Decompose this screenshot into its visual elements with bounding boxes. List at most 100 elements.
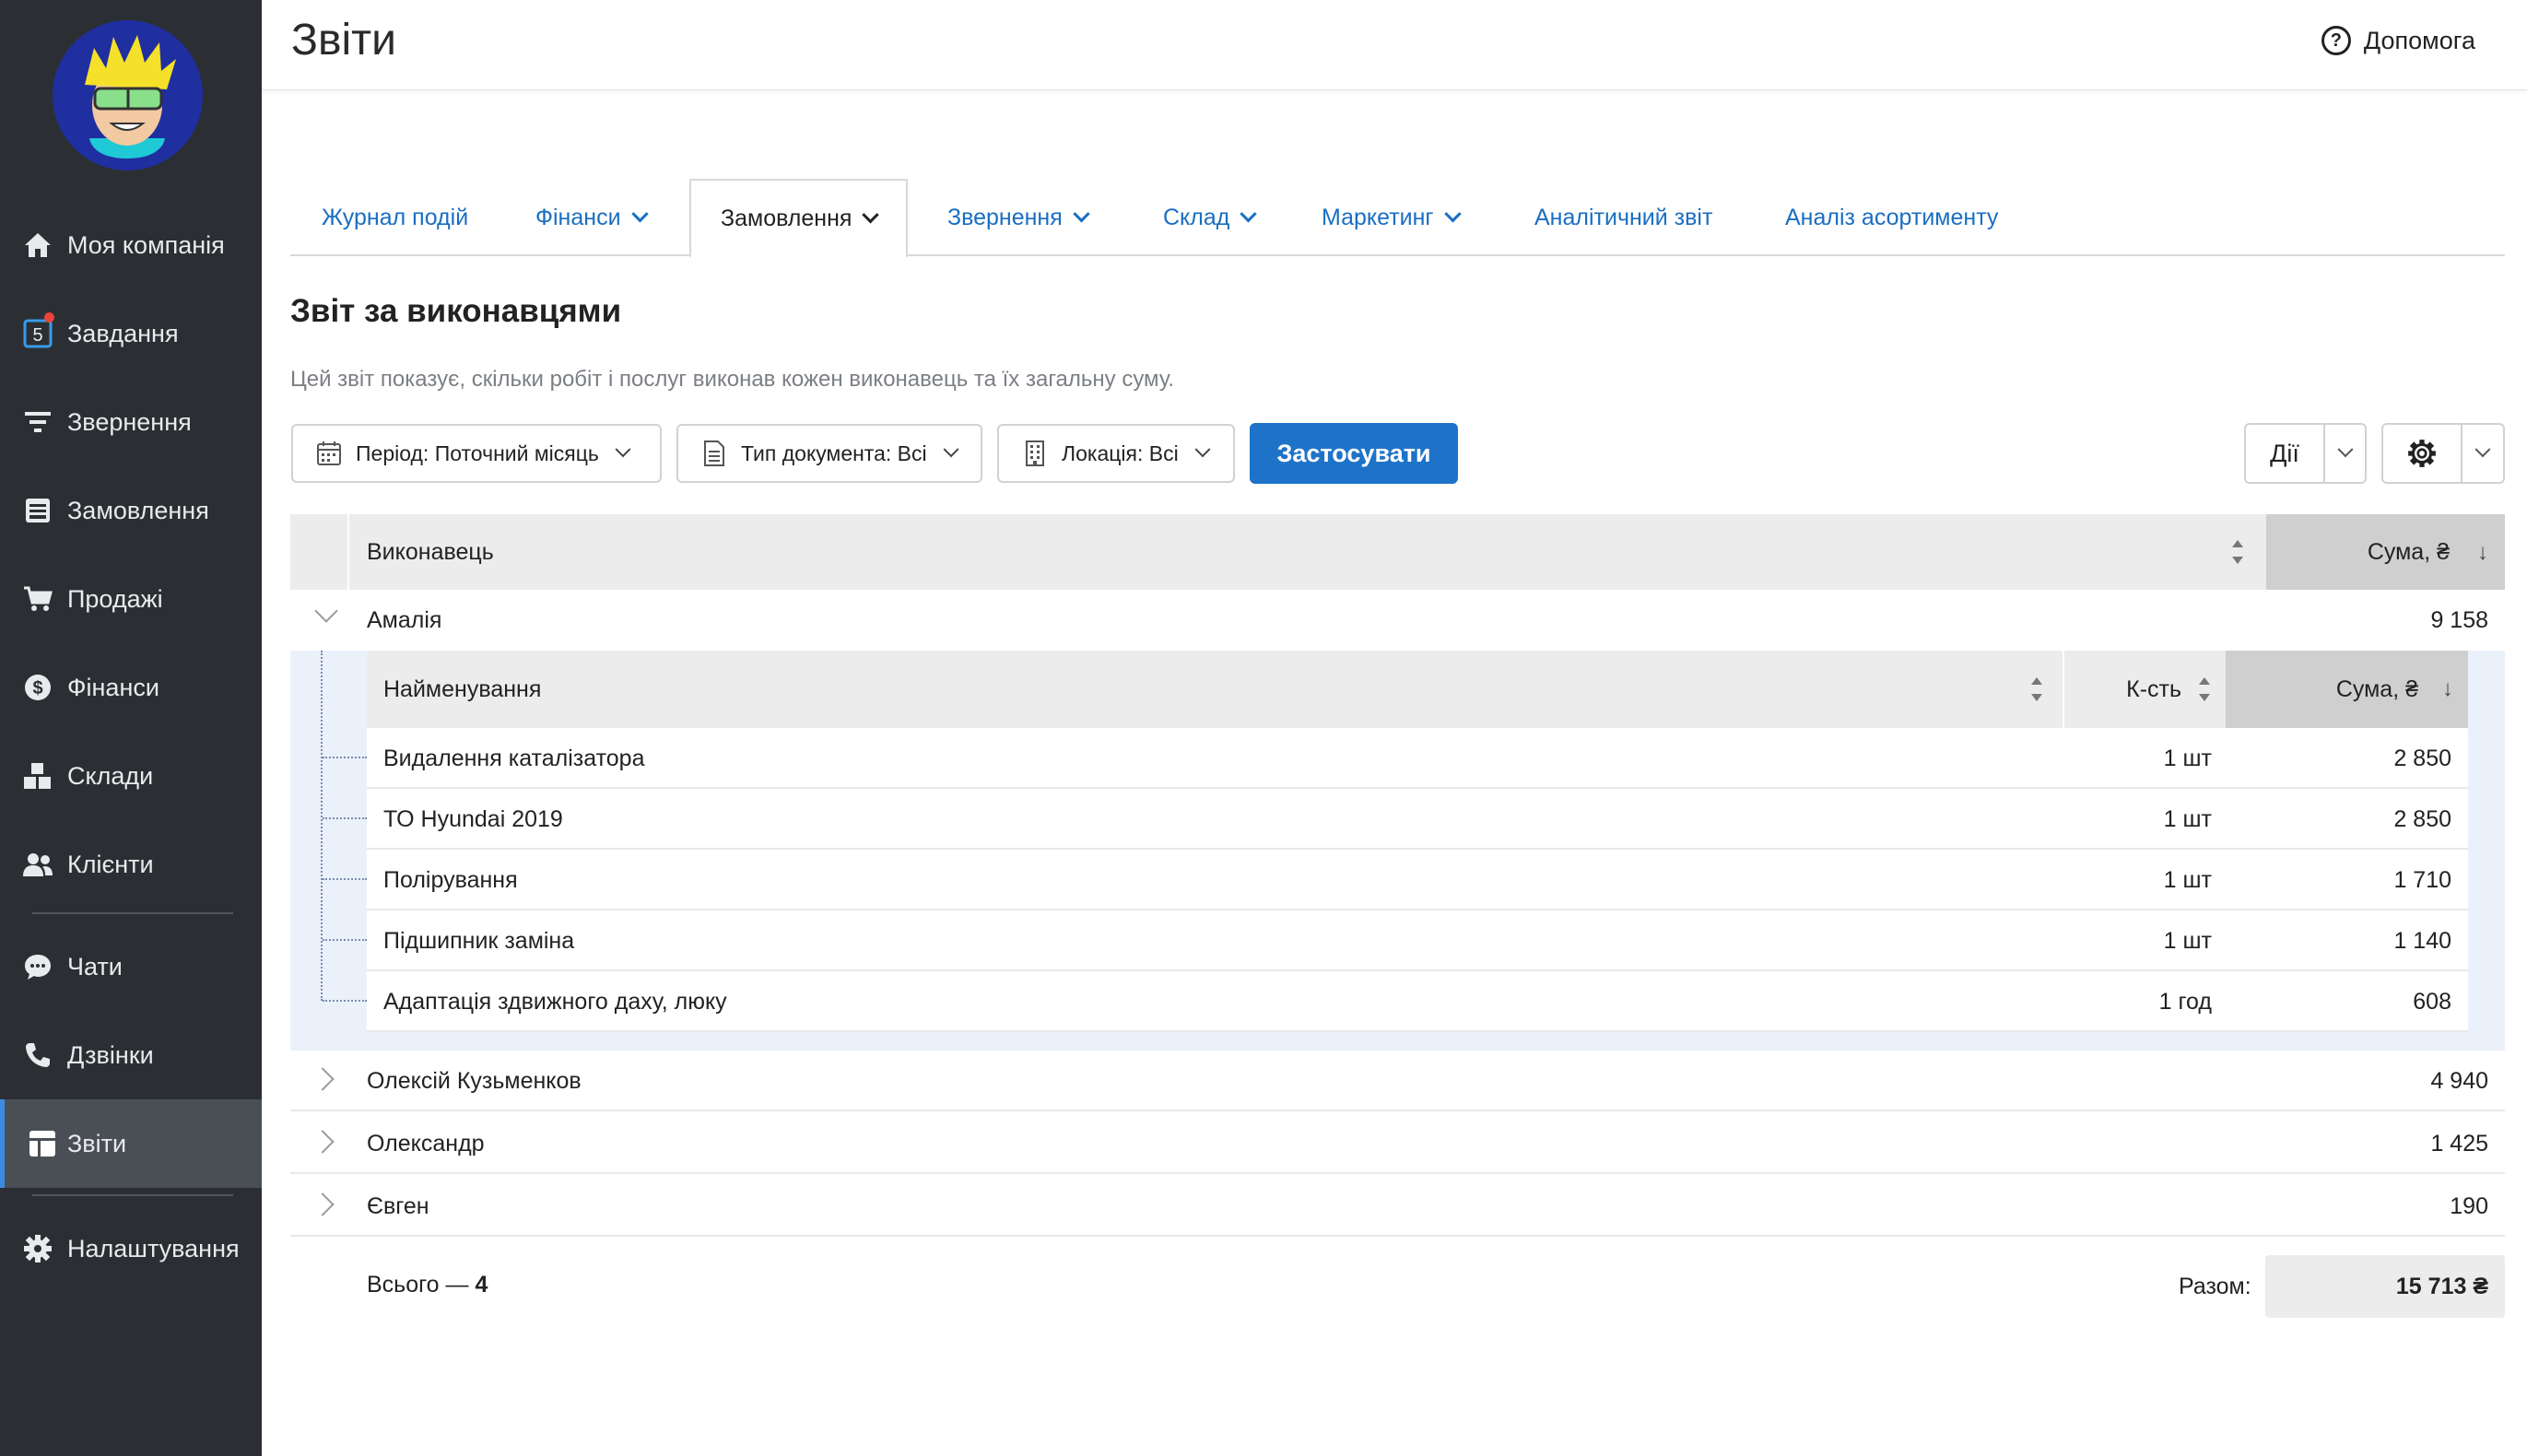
table-row[interactable]: Олександр 1 425 — [290, 1113, 2505, 1174]
sidebar-item-orders[interactable]: Замовлення — [0, 466, 262, 555]
reports-icon — [27, 1128, 58, 1159]
funnel-icon — [22, 406, 53, 438]
table-row[interactable]: Олексій Кузьменков 4 940 — [290, 1051, 2505, 1111]
actions-dropdown-toggle[interactable] — [2325, 425, 2365, 482]
chevron-down-icon — [862, 205, 880, 223]
sidebar-item-warehouses[interactable]: Склади — [0, 732, 262, 820]
item-name: Полірування — [383, 866, 518, 893]
document-icon — [700, 440, 728, 467]
column-header-executor[interactable]: Виконавець — [367, 514, 494, 590]
subtable-row[interactable]: ТО Hyundai 2019 1 шт 2 850 — [367, 789, 2468, 850]
sidebar-item-label: Звіти — [67, 1129, 127, 1157]
chevron-down-icon — [630, 205, 649, 222]
executor-name: Євген — [367, 1192, 429, 1219]
tab-label: Звернення — [947, 204, 1063, 230]
subtable-row[interactable]: Адаптація здвижного даху, люку 1 год 608 — [367, 971, 2468, 1032]
item-name: Підшипник заміна — [383, 927, 575, 954]
page-header: Звіти ? Допомога — [262, 0, 2527, 90]
collapse-chevron-icon[interactable] — [314, 599, 338, 623]
tab-assortment-analysis[interactable]: Аналіз асортименту — [1785, 179, 1998, 256]
column-header-qty[interactable]: К-сть — [2063, 651, 2226, 728]
settings-dropdown-toggle[interactable] — [2462, 425, 2503, 482]
table-row[interactable]: Амалія 9 158 — [290, 590, 2505, 651]
location-filter[interactable]: Локація: Всі — [997, 424, 1235, 483]
sidebar-item-chats[interactable]: Чати — [0, 922, 262, 1011]
grand-total-label: Разом: — [2179, 1274, 2251, 1299]
table-row[interactable]: Євген 190 — [290, 1176, 2505, 1237]
tree-connector — [323, 939, 367, 941]
tab-label: Аналіз асортименту — [1785, 204, 1999, 230]
subtable-row[interactable]: Підшипник заміна 1 шт 1 140 — [367, 910, 2468, 971]
report-title: Звіт за виконавцями — [290, 293, 622, 329]
tab-analytic-report[interactable]: Аналітичний звіт — [1534, 179, 1712, 256]
chat-icon — [22, 951, 53, 982]
gear-icon — [22, 1233, 53, 1264]
sort-icon[interactable] — [2231, 540, 2244, 564]
tab-event-log[interactable]: Журнал подій — [322, 179, 468, 256]
tree-connector — [321, 651, 323, 1001]
subtable-row[interactable]: Полірування 1 шт 1 710 — [367, 850, 2468, 910]
help-label: Допомога — [2363, 26, 2475, 54]
expand-chevron-icon[interactable] — [311, 1067, 335, 1091]
actions-dropdown[interactable]: Дії — [2244, 423, 2367, 484]
item-qty: 1 шт — [2163, 745, 2212, 771]
item-qty: 1 шт — [2163, 866, 2212, 893]
tab-requests[interactable]: Звернення — [947, 179, 1090, 256]
column-header-sum[interactable]: Сума, ₴ ↓ — [2266, 514, 2505, 590]
help-button[interactable]: ? Допомога — [2321, 26, 2475, 55]
tab-marketing[interactable]: Маркетинг — [1322, 179, 1462, 256]
sidebar-item-reports[interactable]: Звіти — [0, 1099, 262, 1188]
expand-chevron-icon[interactable] — [311, 1130, 335, 1154]
period-filter[interactable]: Період: Поточний місяць — [291, 424, 662, 483]
subtable-row[interactable]: Видалення каталізатора 1 шт 2 850 — [367, 728, 2468, 789]
tab-label: Журнал подій — [322, 204, 469, 230]
table-settings-button[interactable] — [2383, 425, 2462, 482]
page-title: Звіти — [291, 16, 396, 65]
total-count-prefix: Всього — — [367, 1272, 476, 1297]
sidebar-item-tasks[interactable]: 5 Завдання — [0, 289, 262, 378]
orders-icon — [22, 495, 53, 526]
item-sum: 1 140 — [2393, 927, 2451, 954]
apply-button[interactable]: Застосувати — [1250, 423, 1458, 484]
tab-label: Маркетинг — [1322, 204, 1434, 230]
sidebar-item-calls[interactable]: Дзвінки — [0, 1011, 262, 1099]
sidebar-item-label: Чати — [67, 952, 123, 980]
sidebar-item-label: Склади — [67, 761, 154, 790]
tab-label: Аналітичний звіт — [1534, 204, 1713, 230]
sidebar-item-settings[interactable]: Налаштування — [0, 1204, 262, 1293]
executor-sum: 190 — [2450, 1192, 2488, 1219]
chevron-down-icon — [943, 441, 959, 458]
item-sum: 2 850 — [2393, 805, 2451, 832]
expand-chevron-icon[interactable] — [311, 1192, 335, 1216]
tab-finance[interactable]: Фінанси — [535, 179, 649, 256]
chevron-down-icon — [1073, 205, 1090, 222]
doc-type-filter-label: Тип документа: Всі — [741, 440, 927, 465]
notification-dot — [44, 312, 54, 323]
sort-icon[interactable] — [2198, 677, 2211, 701]
item-name: Видалення каталізатора — [383, 745, 645, 771]
question-circle-icon: ? — [2321, 26, 2351, 55]
executor-sum: 1 425 — [2430, 1130, 2488, 1157]
sidebar-item-sales[interactable]: Продажі — [0, 555, 262, 643]
item-qty: 1 шт — [2163, 805, 2212, 832]
sidebar-item-company[interactable]: Моя компанія — [0, 201, 262, 289]
sidebar-divider — [32, 912, 233, 914]
avatar[interactable] — [53, 20, 203, 170]
sidebar-item-requests[interactable]: Звернення — [0, 378, 262, 466]
tab-warehouse[interactable]: Склад — [1163, 179, 1258, 256]
table-header: Виконавець Сума, ₴ ↓ — [290, 514, 2505, 590]
boxes-icon — [22, 760, 53, 792]
sort-icon[interactable] — [2030, 677, 2043, 701]
column-header-item-name[interactable]: Найменування — [383, 651, 541, 728]
subtable-header: Найменування К-сть Сума, ₴ ↓ — [367, 651, 2468, 728]
doc-type-filter[interactable]: Тип документа: Всі — [676, 424, 982, 483]
sidebar-item-finance[interactable]: $ Фінанси — [0, 643, 262, 732]
item-sum: 1 710 — [2393, 866, 2451, 893]
sidebar-item-label: Налаштування — [67, 1234, 240, 1262]
tasks-icon: 5 — [22, 318, 53, 349]
tab-orders[interactable]: Замовлення — [689, 179, 909, 258]
sidebar-item-clients[interactable]: Клієнти — [0, 820, 262, 909]
settings-dropdown[interactable] — [2381, 423, 2505, 484]
column-header-item-sum[interactable]: Сума, ₴ ↓ — [2226, 651, 2468, 728]
actions-button[interactable]: Дії — [2246, 425, 2325, 482]
